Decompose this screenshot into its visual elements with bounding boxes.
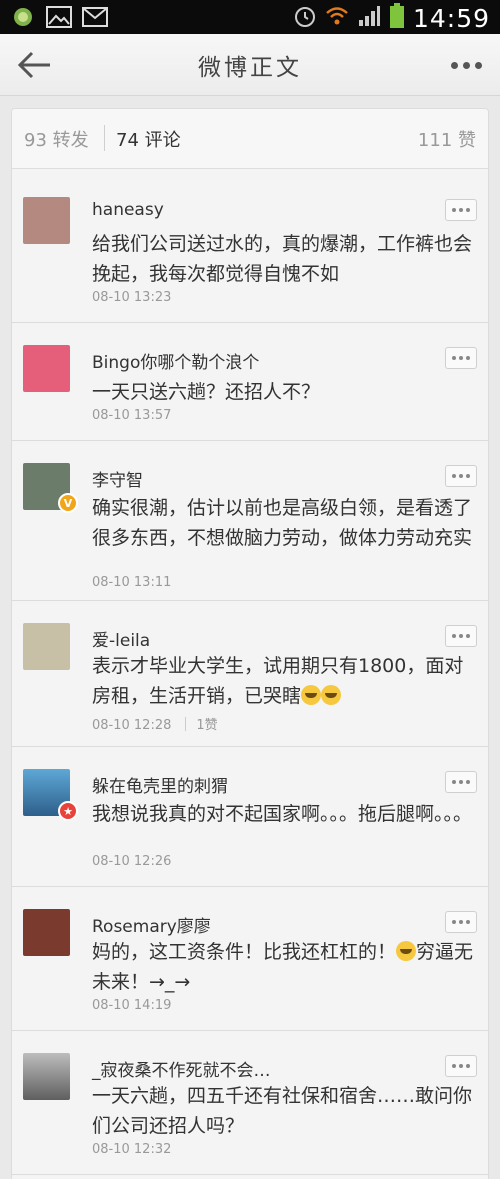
comment-menu-button[interactable] [445,911,477,933]
tab-divider [104,125,105,151]
tab-likes[interactable]: 111 赞 [418,126,476,152]
comments-card: 93 转发 74 评论 111 赞 haneasy 给我们公司送过水的，真的爆潮… [11,108,489,1179]
comment-text: 我想说我真的对不起国家啊。。。拖后腿啊。。。 [92,803,473,825]
comment-menu-button[interactable] [445,1055,477,1077]
comment-text: 确实很潮，估计以前也是高级白领，是看透了很多东西，不想做脑力劳动，做体力劳动充实 [92,497,473,549]
comment-menu-button[interactable] [445,771,477,793]
comment-menu-button[interactable] [445,199,477,221]
avatar[interactable] [23,345,70,392]
comment-list: haneasy 给我们公司送过水的，真的爆潮，工作裤也会挽起，我每次都觉得自愧不… [12,175,488,1175]
crying-emoji-icon [396,941,417,961]
comment-username[interactable]: Bingo你哪个勒个浪个 [92,348,259,373]
avatar[interactable] [23,197,70,244]
status-bar: 14:59 [0,0,500,34]
signal-icon [357,4,381,32]
tab-comments[interactable]: 74 评论 [116,126,181,152]
comment-item: _寂夜桑不作死就不会… 一天六趟，四五千还有社保和宿舍……敢问你们公司还招人吗？… [12,1031,488,1175]
comment-likes[interactable]: 1赞 [196,718,217,733]
comment-text: 一天六趟，四五千还有社保和宿舍……敢问你们公司还招人吗？ [92,1085,473,1137]
comment-time: 08-10 12:28 [92,718,172,733]
comment-time: 08-10 13:23 [92,290,172,305]
star-badge-icon: ★ [58,801,78,821]
comment-menu-button[interactable] [445,347,477,369]
comment-item: Rosemary廖廖 妈的，这工资条件！比我还杠杠的！ 穷逼无未来！→_→ 08-… [12,887,488,1031]
crying-emoji-icon [321,685,342,705]
title-bar: 微博正文 [0,34,500,96]
tab-bar: 93 转发 74 评论 111 赞 [12,109,488,169]
avatar[interactable] [23,909,70,956]
comment-item: V 李守智 确实很潮，估计以前也是高级白领，是看透了很多东西，不想做脑力劳动，做… [12,441,488,601]
alarm-icon [293,4,317,32]
comment-meta: 08-10 12:28 1赞 [92,714,218,733]
image-icon [46,6,72,28]
comment-time: 08-10 13:57 [92,408,172,423]
app-icon [10,6,36,28]
more-options-button[interactable] [444,46,488,84]
comment-time: 08-10 13:11 [92,575,172,590]
comment-username[interactable]: _寂夜桑不作死就不会… [92,1056,271,1081]
avatar[interactable] [23,1053,70,1100]
comment-username[interactable]: Rosemary廖廖 [92,912,211,937]
avatar[interactable] [23,623,70,670]
comment-text-wrap: 表示才毕业大学生，试用期只有1800，面对房租，生活开销，已哭瞎 [92,651,477,711]
comment-item: 爱-leila 表示才毕业大学生，试用期只有1800，面对房租，生活开销，已哭瞎… [12,601,488,747]
comment-text: 表示才毕业大学生，试用期只有1800，面对房租，生活开销，已哭瞎 [92,655,464,707]
wifi-icon [325,4,349,32]
comment-time: 08-10 12:32 [92,1142,172,1157]
comment-menu-button[interactable] [445,465,477,487]
battery-icon [389,3,405,33]
comment-username[interactable]: 爱-leila [92,626,150,651]
comment-item: ★ 躲在龟壳里的刺猬 我想说我真的对不起国家啊。。。拖后腿啊。。。 08-10 … [12,747,488,887]
comment-username[interactable]: 躲在龟壳里的刺猬 [92,772,228,797]
comment-item: Bingo你哪个勒个浪个 一天只送六趟？还招人不？ 08-10 13:57 [12,323,488,441]
mail-icon [82,6,108,28]
page-title: 微博正文 [198,55,302,81]
more-dots-icon [450,61,458,69]
comment-time: 08-10 14:19 [92,998,172,1013]
comment-username[interactable]: 李守智 [92,466,143,491]
comment-time: 08-10 12:26 [92,854,172,869]
verified-badge-icon: V [58,493,78,513]
comment-text: 妈的，这工资条件！比我还杠杠的！ [92,941,397,963]
comment-text: 一天只送六趟？还招人不？ [92,381,321,403]
crying-emoji-icon [301,685,322,705]
comment-text-wrap: 妈的，这工资条件！比我还杠杠的！ 穷逼无未来！→_→ [92,937,477,997]
comment-text: 给我们公司送过水的，真的爆潮，工作裤也会挽起，我每次都觉得自愧不如 [92,233,473,285]
comment-menu-button[interactable] [445,625,477,647]
tab-reposts[interactable]: 93 转发 [24,126,89,152]
status-time: 14:59 [412,3,490,33]
comment-item: haneasy 给我们公司送过水的，真的爆潮，工作裤也会挽起，我每次都觉得自愧不… [12,175,488,323]
comment-username[interactable]: haneasy [92,200,164,220]
